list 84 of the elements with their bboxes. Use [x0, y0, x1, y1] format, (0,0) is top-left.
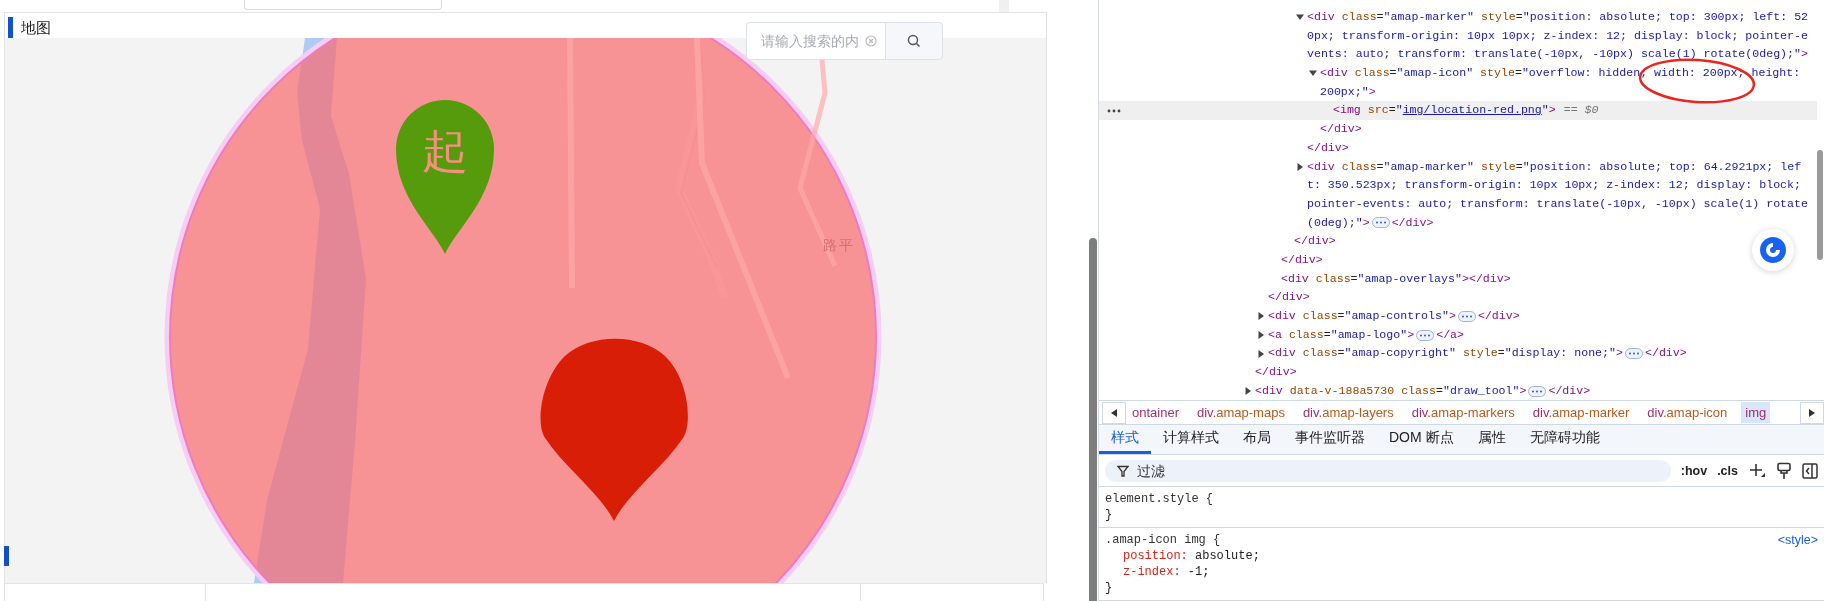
ellipsis-icon[interactable]: [1457, 310, 1476, 322]
tab[interactable]: 无障碍功能: [1517, 425, 1612, 455]
tab[interactable]: 计算样式: [1151, 425, 1231, 455]
caret-icon[interactable]: [1296, 162, 1304, 171]
code-line[interactable]: pointer-events: auto; transform: translate(-10px, -10px) scale(1) rotate: [1307, 194, 1808, 214]
toolbar-button[interactable]: .cls: [1717, 463, 1738, 478]
code-line[interactable]: 0px; transform-origin: 10px 10px; z-index: 12; display: block; pointer-e: [1307, 26, 1808, 46]
code-line[interactable]: vents: auto; transform: translate(-10px, -10px) scale(1) rotate(0deg);">: [1307, 45, 1808, 65]
breadcrumb[interactable]: img: [1741, 402, 1771, 424]
closing-tag: </div>: [1294, 232, 1336, 251]
closing-tag: </div>: [1320, 120, 1362, 139]
code-line[interactable]: <div class="amap-controls">: [1268, 307, 1456, 326]
closing-brace: }: [1105, 580, 1114, 596]
caret-icon[interactable]: [1244, 387, 1252, 396]
css-selector: element.style {: [1105, 491, 1214, 507]
tab[interactable]: 样式: [1099, 425, 1151, 455]
breadcrumb[interactable]: div.amap-maps: [1193, 402, 1289, 424]
closing-brace: }: [1105, 507, 1114, 523]
css-declaration[interactable]: z-index: -1;: [1105, 564, 1818, 580]
scroll-left-button[interactable]: [1102, 401, 1126, 424]
caret-icon[interactable]: [1257, 331, 1265, 340]
closing-tag: </div>: [1268, 288, 1310, 307]
more-dots-icon[interactable]: [1107, 109, 1121, 114]
caret-icon[interactable]: [1257, 312, 1265, 321]
closing-tag: </div>: [1477, 307, 1520, 326]
caret-icon[interactable]: [1309, 69, 1317, 78]
tab[interactable]: 事件监听器: [1283, 425, 1377, 455]
add-rule-icon[interactable]: [1748, 461, 1766, 480]
start-marker[interactable]: [396, 100, 494, 254]
caret-icon: [1111, 408, 1117, 417]
search-field[interactable]: 请输入搜索的内: [746, 22, 886, 60]
breadcrumb[interactable]: div.amap-layers: [1298, 402, 1398, 424]
breadcrumb[interactable]: div.amap-icon: [1643, 402, 1732, 424]
code-line[interactable]: (0deg);">: [1307, 213, 1370, 233]
code-line[interactable]: t: 350.523px; transform-origin: 10px 10px; z-index: 12; display: block;: [1307, 176, 1801, 195]
ellipsis-icon[interactable]: [1624, 348, 1643, 360]
accent-bar: [4, 546, 9, 566]
toolbar-button[interactable]: :hov: [1680, 463, 1708, 478]
paint-brush-icon[interactable]: [1776, 461, 1792, 480]
code-line[interactable]: <div class="amap-copyright" style="display: none;">: [1268, 344, 1623, 364]
closing-tag: </a>: [1436, 325, 1465, 345]
ellipsis-icon[interactable]: [1371, 217, 1390, 229]
tab[interactable]: DOM 断点: [1377, 425, 1466, 455]
scrollbar-thumb[interactable]: [1817, 150, 1823, 260]
css-declaration[interactable]: position: absolute;: [1105, 548, 1818, 564]
search-icon: [907, 34, 921, 48]
scroll-right-button[interactable]: [1800, 401, 1824, 424]
console-reference: == $0: [1563, 102, 1599, 119]
swirl-icon: [1760, 237, 1786, 263]
sidebar-toggle-icon[interactable]: [1802, 462, 1818, 479]
code-line[interactable]: 200px;">: [1320, 82, 1376, 102]
tab[interactable]: 属性: [1465, 425, 1518, 455]
code-line[interactable]: <div class="amap-marker" style="position: absolute; top: 300px; left: 52: [1307, 8, 1809, 27]
code-line[interactable]: <a class="amap-logo">: [1268, 325, 1415, 345]
floating-assistant-button[interactable]: [1752, 229, 1794, 271]
code-line[interactable]: <div data-v-188a5730 class="draw_tool">: [1255, 381, 1527, 401]
closing-tag: </div>: [1548, 381, 1591, 401]
start-marker-label: 起: [422, 125, 468, 177]
source-link[interactable]: <style>: [1777, 532, 1818, 548]
accent-bar: [8, 17, 13, 38]
scrollbar-thumb[interactable]: [1089, 238, 1097, 601]
scrollbar: [999, 0, 1009, 12]
css-selector: .amap-icon img {: [1105, 532, 1221, 548]
caret-icon[interactable]: [1296, 13, 1304, 22]
closing-tag: </div>: [1468, 269, 1511, 289]
tab[interactable]: 布局: [1231, 425, 1283, 455]
breadcrumb[interactable]: ontainer: [1128, 402, 1183, 424]
caret-icon: [1809, 408, 1815, 417]
closing-tag: </div>: [1307, 138, 1349, 158]
closing-tag: </div>: [1644, 344, 1687, 364]
closing-tag: </div>: [1391, 213, 1434, 233]
filter-field[interactable]: 过滤: [1105, 459, 1671, 482]
closing-tag: </div>: [1255, 363, 1297, 382]
ellipsis-icon[interactable]: [1416, 329, 1435, 341]
code-line[interactable]: <div class="amap-overlays">: [1281, 269, 1469, 289]
ellipsis-icon[interactable]: [1528, 385, 1547, 397]
panel-title: 地图: [21, 18, 51, 38]
selection-highlight[interactable]: <img src="img/location-red.png"> == $0: [1099, 101, 1817, 121]
breadcrumb[interactable]: div.amap-marker: [1528, 402, 1634, 424]
code-line[interactable]: <div class="amap-marker" style="position: absolute; top: 64.2921px; lef: [1307, 157, 1802, 177]
code-line[interactable]: <img src="img/location-red.png">: [1333, 101, 1556, 121]
closing-tag: </div>: [1281, 250, 1323, 270]
caret-icon[interactable]: [1257, 349, 1265, 358]
breadcrumb[interactable]: div.amap-markers: [1407, 402, 1519, 424]
